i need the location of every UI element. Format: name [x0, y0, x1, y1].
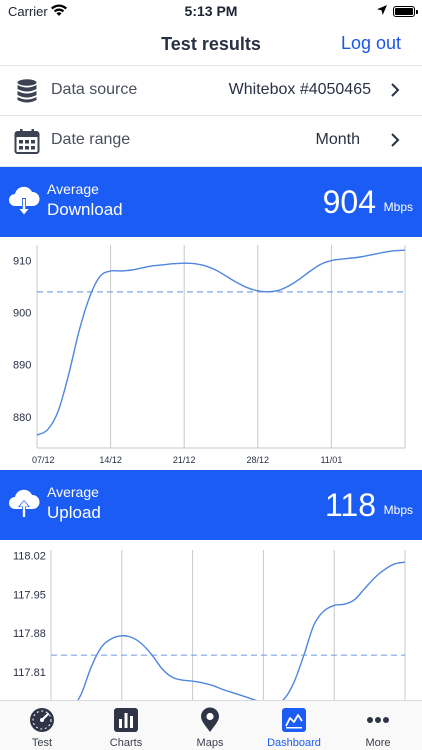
- more-dots-icon: [367, 717, 389, 723]
- tab-charts[interactable]: Charts: [84, 701, 168, 750]
- bar-chart-icon: [114, 708, 138, 732]
- tab-test[interactable]: Test: [0, 701, 84, 750]
- download-average-label: Average: [47, 181, 99, 197]
- download-value: 904: [322, 184, 376, 220]
- tab-test-label: Test: [31, 737, 53, 749]
- cloud-upload-icon: [9, 489, 40, 518]
- download-x-tick-label: 11/01: [320, 455, 342, 465]
- upload-y-tick-label: 117.95: [13, 589, 46, 601]
- download-unit: Mbps: [383, 200, 413, 214]
- tab-charts-label: Charts: [109, 737, 143, 749]
- tab-maps[interactable]: Maps: [168, 701, 252, 750]
- upload-series-line: [77, 561, 406, 700]
- upload-metric-label: Upload: [47, 503, 101, 522]
- data-source-row[interactable]: Data source Whitebox #4050465: [0, 66, 422, 116]
- tab-maps-label: Maps: [196, 737, 224, 749]
- upload-y-tick-label: 117.88: [13, 628, 46, 640]
- date-range-value: Month: [315, 131, 360, 148]
- download-series-line: [36, 249, 406, 436]
- download-chart: 880 890 900 910 07/12 14/12 21/12 28/12 11/01: [0, 237, 422, 470]
- download-y-tick-label: 900: [13, 308, 31, 320]
- upload-y-tick-label: 118.02: [13, 551, 46, 563]
- speedometer-icon: [30, 708, 54, 732]
- average-upload-banner: Average Upload 118 Mbps: [0, 470, 422, 540]
- average-download-banner: Average Download 904 Mbps: [0, 167, 422, 237]
- data-source-value: Whitebox #4050465: [228, 81, 371, 98]
- location-arrow-icon: [377, 5, 387, 15]
- cloud-download-icon: [9, 186, 40, 215]
- upload-line-chart: 117.81 117.88 117.95 118.02: [13, 550, 406, 700]
- upload-y-tick-label: 117.81: [13, 667, 46, 679]
- upload-unit: Mbps: [383, 503, 413, 517]
- chevron-right-icon: [391, 83, 400, 97]
- clock-time: 5:13 PM: [184, 3, 238, 19]
- status-bar: Carrier 5:13 PM: [0, 0, 422, 22]
- download-metric-label: Download: [47, 200, 123, 219]
- upload-average-label: Average: [47, 484, 99, 500]
- date-range-row[interactable]: Date range Month: [0, 116, 422, 167]
- download-line-chart: 880 890 900 910 07/12 14/12 21/12 28/12 11/01: [13, 245, 406, 465]
- download-x-tick-label: 28/12: [247, 455, 270, 465]
- upload-chart: 117.81 117.88 117.95 118.02: [0, 540, 422, 700]
- dashboard-icon: [282, 708, 306, 732]
- tab-bar: Test Charts Maps Dashboard More: [0, 700, 422, 750]
- data-source-label: Data source: [51, 81, 138, 98]
- upload-value: 118: [324, 487, 376, 523]
- download-x-tick-label: 21/12: [173, 455, 196, 465]
- calendar-icon: [14, 129, 40, 154]
- download-x-tick-label: 14/12: [99, 455, 122, 465]
- download-x-tick-label: 07/12: [32, 455, 55, 465]
- download-y-tick-label: 880: [13, 412, 31, 424]
- tab-more[interactable]: More: [336, 701, 420, 750]
- map-pin-icon: [201, 707, 219, 732]
- navigation-bar: Test results Log out: [0, 22, 422, 66]
- tab-more-label: More: [365, 737, 391, 749]
- download-y-tick-label: 890: [13, 360, 31, 372]
- log-out-button[interactable]: Log out: [341, 33, 401, 54]
- download-y-tick-label: 910: [13, 256, 31, 268]
- chevron-right-icon: [391, 133, 400, 147]
- tab-dashboard[interactable]: Dashboard: [252, 701, 336, 750]
- date-range-label: Date range: [51, 131, 131, 148]
- battery-icon: [393, 6, 418, 17]
- tab-dashboard-label: Dashboard: [267, 737, 321, 749]
- database-icon: [17, 79, 37, 103]
